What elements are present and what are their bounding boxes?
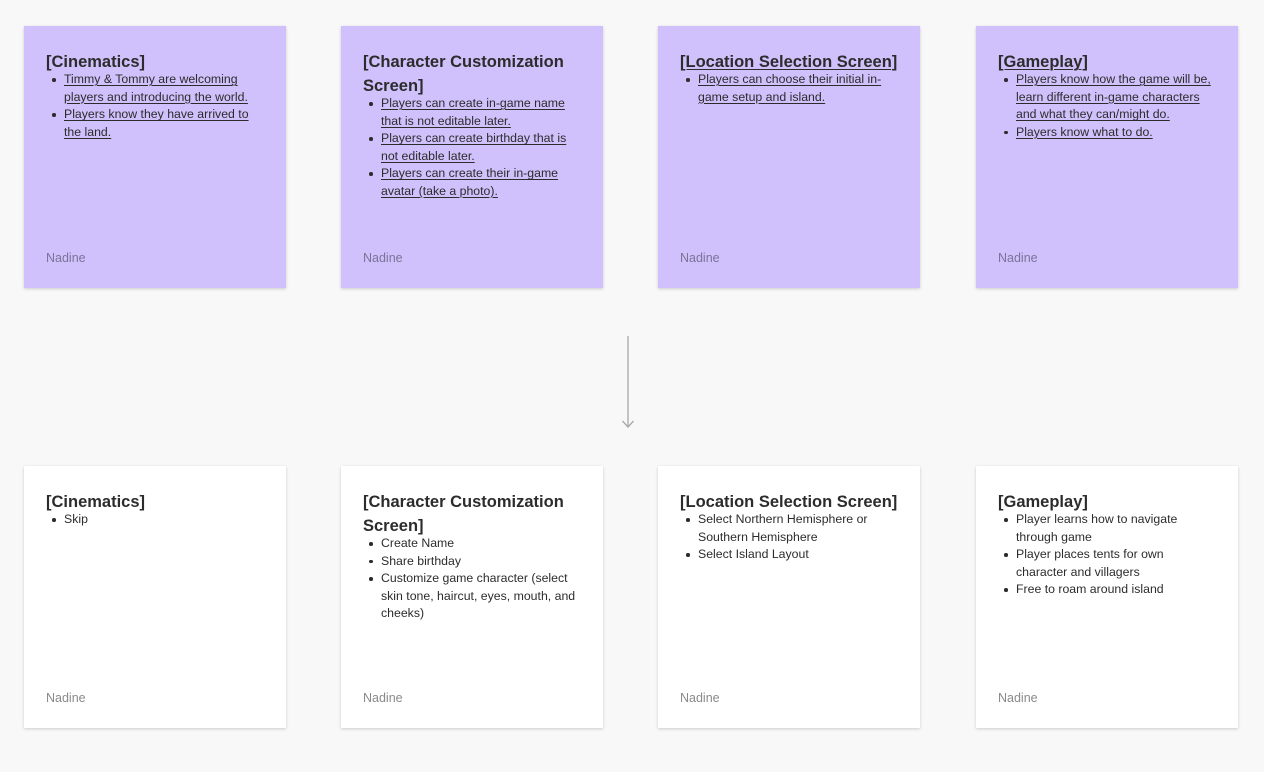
- sticky-bullet-link[interactable]: Players can create birthday that is not …: [381, 131, 566, 163]
- sticky-note-cinematics-actions[interactable]: [Cinematics] Skip Nadine: [24, 466, 286, 728]
- whiteboard-canvas[interactable]: [Cinematics] Timmy & Tommy are welcoming…: [0, 0, 1264, 772]
- sticky-author: Nadine: [680, 251, 720, 265]
- sticky-bullet: Select Island Layout: [686, 546, 898, 564]
- sticky-bullet: Timmy & Tommy are welcoming players and …: [52, 71, 264, 106]
- sticky-bullet: Players know what to do.: [1004, 124, 1216, 142]
- sticky-bullet: Players can create birthday that is not …: [369, 130, 581, 165]
- sticky-bullet-list: Select Northern Hemisphere or Southern H…: [680, 511, 898, 564]
- sticky-bullet: Player places tents for own character an…: [1004, 546, 1216, 581]
- sticky-bullet-link[interactable]: Players know they have arrived to the la…: [64, 107, 249, 139]
- sticky-note-character-customization-actions[interactable]: [Character Customization Screen] Create …: [341, 466, 603, 728]
- sticky-bullet: Player learns how to navigate through ga…: [1004, 511, 1216, 546]
- sticky-bullet: Players can create in-game name that is …: [369, 95, 581, 130]
- sticky-author: Nadine: [998, 691, 1038, 705]
- sticky-bullet-link[interactable]: Players can create their in-game avatar …: [381, 166, 558, 198]
- sticky-author: Nadine: [363, 691, 403, 705]
- sticky-bullet: Free to roam around island: [1004, 581, 1216, 599]
- sticky-bullet: Select Northern Hemisphere or Southern H…: [686, 511, 898, 546]
- sticky-title: [Character Customization Screen]: [363, 493, 564, 535]
- sticky-bullet: Share birthday: [369, 553, 581, 571]
- connector-arrow-down-icon[interactable]: [621, 336, 635, 430]
- sticky-note-cinematics-goals[interactable]: [Cinematics] Timmy & Tommy are welcoming…: [24, 26, 286, 288]
- sticky-bullet-list: Create Name Share birthday Customize gam…: [363, 535, 581, 623]
- sticky-title: [Character Customization Screen]: [363, 53, 564, 95]
- sticky-bullet-list: Players can create in-game name that is …: [363, 95, 581, 201]
- sticky-bullet-list: Player learns how to navigate through ga…: [998, 511, 1216, 599]
- sticky-row-actions: [Cinematics] Skip Nadine [Character Cust…: [0, 466, 1264, 728]
- sticky-bullet-link[interactable]: Players know what to do.: [1016, 125, 1153, 139]
- sticky-author: Nadine: [998, 251, 1038, 265]
- sticky-bullet: Skip: [52, 511, 264, 529]
- sticky-bullet-link[interactable]: Players know how the game will be, learn…: [1016, 72, 1211, 121]
- sticky-note-character-customization-goals[interactable]: [Character Customization Screen] Players…: [341, 26, 603, 288]
- sticky-bullet: Customize game character (select skin to…: [369, 570, 581, 623]
- sticky-bullet-link[interactable]: Players can create in-game name that is …: [381, 96, 565, 128]
- sticky-bullet: Create Name: [369, 535, 581, 553]
- sticky-bullet: Players can choose their initial in-game…: [686, 71, 898, 106]
- sticky-author: Nadine: [680, 691, 720, 705]
- sticky-bullet: Players know they have arrived to the la…: [52, 106, 264, 141]
- sticky-note-location-selection-goals[interactable]: [Location Selection Screen] Players can …: [658, 26, 920, 288]
- sticky-bullet-list: Players can choose their initial in-game…: [680, 71, 898, 106]
- sticky-bullet-link[interactable]: Timmy & Tommy are welcoming players and …: [64, 72, 248, 104]
- sticky-author: Nadine: [46, 691, 86, 705]
- sticky-bullet-list: Skip: [46, 511, 264, 529]
- sticky-row-goals: [Cinematics] Timmy & Tommy are welcoming…: [0, 26, 1264, 288]
- sticky-author: Nadine: [363, 251, 403, 265]
- sticky-bullet: Players can create their in-game avatar …: [369, 165, 581, 200]
- sticky-note-location-selection-actions[interactable]: [Location Selection Screen] Select North…: [658, 466, 920, 728]
- sticky-bullet: Players know how the game will be, learn…: [1004, 71, 1216, 124]
- sticky-bullet-list: Timmy & Tommy are welcoming players and …: [46, 71, 264, 141]
- sticky-note-gameplay-goals[interactable]: [Gameplay] Players know how the game wil…: [976, 26, 1238, 288]
- sticky-author: Nadine: [46, 251, 86, 265]
- sticky-note-gameplay-actions[interactable]: [Gameplay] Player learns how to navigate…: [976, 466, 1238, 728]
- sticky-bullet-link[interactable]: Players can choose their initial in-game…: [698, 72, 881, 104]
- sticky-bullet-list: Players know how the game will be, learn…: [998, 71, 1216, 141]
